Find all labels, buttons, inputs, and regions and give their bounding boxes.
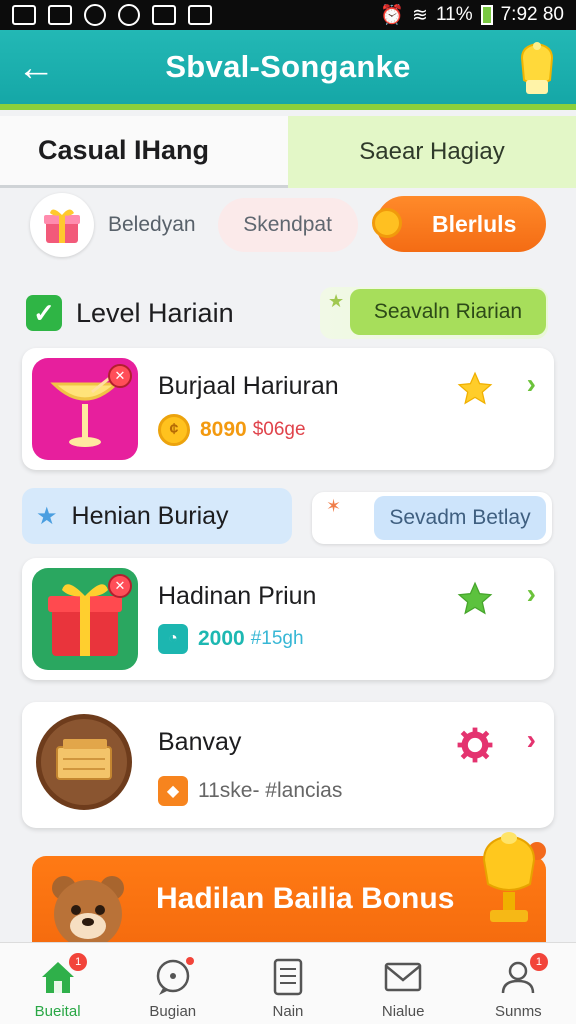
trophy-icon bbox=[482, 832, 536, 922]
nav-badge: 1 bbox=[69, 953, 88, 971]
status-bar: ⏰ ≋ 11% 7:92 80 bbox=[0, 0, 576, 30]
card-points: 2000 bbox=[198, 627, 245, 650]
filter-blerluls-button[interactable]: Blerluls bbox=[372, 196, 546, 252]
promo-banner[interactable]: Hadilan Bailia Bonus bbox=[32, 856, 546, 948]
coin-icon bbox=[372, 208, 402, 238]
seavaln-button[interactable]: Seavaln Riarian bbox=[350, 289, 546, 335]
card-extra: $06ge bbox=[252, 419, 306, 440]
card-title: Burjaal Hariuran bbox=[158, 372, 339, 400]
banner-title: Hadilan Bailia Bonus bbox=[156, 882, 455, 915]
tab-bar: Casual IHang Saear Hagiay bbox=[0, 116, 576, 188]
chevron-right-icon[interactable]: › bbox=[527, 724, 536, 756]
filter-skendpat[interactable]: Skendpat bbox=[217, 198, 358, 252]
sparkle-icon: ✶ bbox=[326, 496, 342, 516]
sevadm-button[interactable]: Sevadm Betlay bbox=[374, 496, 546, 540]
section-henian-title: Henian Buriay bbox=[71, 501, 229, 530]
card-rewards: ◔ 2000 #15gh bbox=[158, 624, 304, 654]
star-icon[interactable] bbox=[456, 370, 494, 408]
nav-mail[interactable]: Nialue bbox=[346, 943, 461, 1024]
star-outline-icon: ★ bbox=[36, 502, 58, 530]
checkbox-icon[interactable]: ✓ bbox=[26, 295, 62, 331]
battery-icon bbox=[480, 5, 493, 25]
card-extra: 11ske- #lancias bbox=[198, 779, 343, 802]
gallery-icon bbox=[48, 5, 72, 25]
coin-icon: ¢ bbox=[158, 414, 190, 446]
image-icon bbox=[12, 5, 36, 25]
nav-home[interactable]: 1 Bueital bbox=[0, 943, 115, 1024]
gift-thumbnail: ✕ bbox=[32, 568, 138, 670]
nav-profile[interactable]: 1 Sunms bbox=[461, 943, 576, 1024]
battery-percent: 11% bbox=[435, 4, 473, 25]
tab-casual[interactable]: Casual IHang bbox=[0, 116, 288, 188]
message-icon bbox=[188, 5, 212, 25]
alarm-icon: ⏰ bbox=[380, 5, 405, 26]
nav-label: Nain bbox=[272, 1003, 304, 1020]
page-title: Sbval-Songanke bbox=[165, 49, 411, 84]
chevron-right-icon[interactable]: › bbox=[527, 578, 536, 610]
bottom-nav: 1 Bueital Bugian Nain Nialue 1 Sunms bbox=[0, 942, 576, 1024]
nav-chat[interactable]: Bugian bbox=[115, 943, 230, 1024]
card-rewards: ¢ 8090 $06ge bbox=[158, 414, 306, 446]
back-arrow-icon[interactable]: ← bbox=[14, 48, 58, 92]
bear-mascot-icon bbox=[52, 876, 124, 948]
sync-icon bbox=[118, 4, 140, 26]
section-level-title: Level Hariain bbox=[76, 297, 234, 328]
nav-label: Bugian bbox=[149, 1003, 197, 1020]
tab-saear[interactable]: Saear Hagiay bbox=[288, 116, 576, 188]
chevron-right-icon[interactable]: › bbox=[527, 368, 536, 400]
star-icon[interactable] bbox=[456, 580, 494, 618]
filter-blerluls-label: Blerluls bbox=[432, 210, 517, 237]
section-henian-action: ✶ Sevadm Betlay bbox=[312, 492, 552, 544]
document-icon bbox=[273, 958, 303, 996]
gift-icon bbox=[44, 209, 80, 243]
section-level-action: ★ Seavaln Riarian bbox=[320, 287, 548, 339]
food-tray-icon bbox=[56, 739, 112, 780]
mail-icon bbox=[384, 962, 422, 992]
gear-icon[interactable] bbox=[456, 726, 494, 764]
food-thumbnail bbox=[36, 714, 132, 810]
wifi-icon: ≋ bbox=[412, 4, 428, 26]
card-title: Hadinan Priun bbox=[158, 582, 317, 610]
nav-badge: 1 bbox=[529, 953, 548, 971]
section-henian-title-box: ★ Henian Buriay bbox=[22, 488, 292, 544]
badge-icon: ✕ bbox=[108, 364, 132, 388]
nav-dot bbox=[186, 957, 195, 965]
settings-icon bbox=[84, 4, 106, 26]
filter-label-beledyan[interactable]: Beledyan bbox=[108, 213, 196, 237]
nav-label: Sunms bbox=[495, 1003, 542, 1020]
card-extra: #15gh bbox=[250, 628, 304, 649]
nav-label: Nialue bbox=[381, 1003, 425, 1020]
list-item[interactable]: ✕ Hadinan Priun ◔ 2000 #15gh › bbox=[22, 558, 554, 680]
sparkle-icon: ★ bbox=[328, 291, 345, 311]
list-item[interactable]: Banvay ◆ 11ske- #lancias › bbox=[22, 702, 554, 828]
card-title: Banvay bbox=[158, 728, 242, 756]
drink-thumbnail: ✕ bbox=[32, 358, 138, 460]
gift-filter-button[interactable] bbox=[30, 193, 94, 257]
section-level-header: ✓ Level Hariain ★ Seavaln Riarian bbox=[26, 287, 548, 339]
nav-document[interactable]: Nain bbox=[230, 943, 345, 1024]
section-henian-header: ★ Henian Buriay ✶ Sevadm Betlay bbox=[22, 488, 552, 546]
nfc-icon bbox=[152, 5, 176, 25]
app-bar: ← Sbval-Songanke bbox=[0, 30, 576, 110]
trophy-icon[interactable] bbox=[512, 40, 562, 98]
chart-icon: ◔ bbox=[158, 624, 188, 654]
card-rewards: ◆ 11ske- #lancias bbox=[158, 776, 342, 806]
list-item[interactable]: ✕ Burjaal Hariuran ¢ 8090 $06ge › bbox=[22, 348, 554, 470]
clock: 7:92 80 bbox=[500, 4, 564, 25]
nav-label: Bueital bbox=[34, 1003, 81, 1020]
filter-row: Beledyan Skendpat Blerluls bbox=[30, 193, 546, 257]
tag-icon: ◆ bbox=[158, 776, 188, 806]
card-points: 8090 bbox=[200, 418, 247, 441]
badge-icon: ✕ bbox=[108, 574, 132, 598]
